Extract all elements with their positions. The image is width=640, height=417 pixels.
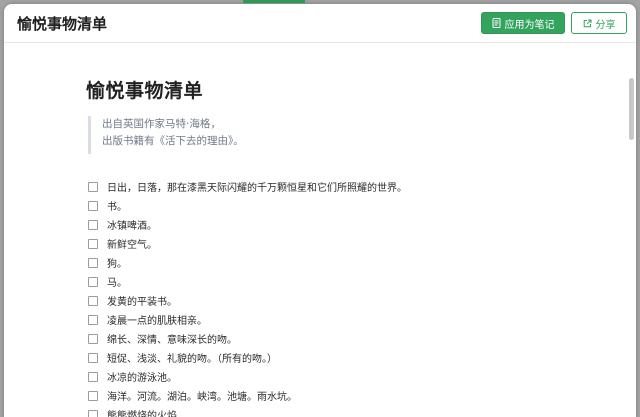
checkbox[interactable]	[88, 352, 98, 363]
checkbox[interactable]	[88, 295, 98, 306]
share-button[interactable]: 分享	[571, 12, 627, 34]
checklist-item: 凌晨一点的肌肤相亲。	[88, 310, 407, 329]
checklist-item-text: 海洋。河流。湖泊。峡湾。池塘。雨水坑。	[107, 392, 297, 403]
checklist-item: 冰镇啤酒。	[88, 215, 407, 234]
checklist-item-text: 冰镇啤酒。	[107, 221, 157, 232]
checklist-item: 书。	[88, 196, 407, 215]
checklist-item-text: 日出，日落，那在漆黑天际闪耀的千万颗恒星和它们所照耀的世界。	[107, 183, 407, 194]
checkbox[interactable]	[88, 409, 98, 417]
scrollbar-thumb[interactable]	[629, 78, 634, 140]
checklist-item-text: 绵长、深情、意味深长的吻。	[107, 335, 237, 346]
checklist-item: 日出，日落，那在漆黑天际闪耀的千万颗恒星和它们所照耀的世界。	[88, 177, 407, 196]
checkbox[interactable]	[88, 333, 98, 344]
document-content: 愉悦事物清单 出自英国作家马特·海格， 出版书籍有《活下去的理由》。 日出，日落…	[4, 43, 636, 417]
checkbox[interactable]	[88, 276, 98, 287]
checklist-item: 新鲜空气。	[88, 234, 407, 253]
checklist-item-text: 书。	[107, 202, 127, 213]
quote-line: 出自英国作家马特·海格，	[102, 118, 221, 130]
checklist: 日出，日落，那在漆黑天际闪耀的千万颗恒星和它们所照耀的世界。 书。 冰镇啤酒。 …	[88, 177, 407, 417]
checkbox[interactable]	[88, 257, 98, 268]
checklist-item: 海洋。河流。湖泊。峡湾。池塘。雨水坑。	[88, 386, 407, 405]
dialog-title: 愉悦事物清单	[17, 15, 108, 33]
checklist-item: 马。	[88, 272, 407, 291]
note-icon	[492, 18, 500, 28]
checklist-item: 短促、浅淡、礼貌的吻。（所有的吻。）	[88, 348, 407, 367]
checklist-item: 熊熊燃烧的火焰	[88, 405, 407, 417]
checklist-item-text: 熊熊燃烧的火焰	[107, 411, 177, 417]
checkbox[interactable]	[88, 200, 98, 211]
vertical-scrollbar[interactable]	[629, 48, 634, 412]
checkbox[interactable]	[88, 219, 98, 230]
checkbox[interactable]	[88, 314, 98, 325]
document-title: 愉悦事物清单	[86, 80, 204, 102]
background-active-tab-indicator	[243, 0, 305, 3]
apply-as-note-button[interactable]: 应用为笔记	[481, 12, 565, 34]
checklist-item-text: 发黄的平装书。	[107, 297, 177, 308]
share-icon	[583, 19, 591, 27]
share-label: 分享	[595, 19, 616, 31]
checklist-item: 冰凉的游泳池。	[88, 367, 407, 386]
checklist-item: 绵长、深情、意味深长的吻。	[88, 329, 407, 348]
checklist-item: 发黄的平装书。	[88, 291, 407, 310]
checklist-item-text: 马。	[107, 278, 127, 289]
checklist-item-text: 新鲜空气。	[107, 240, 157, 251]
blockquote: 出自英国作家马特·海格， 出版书籍有《活下去的理由》。	[88, 116, 388, 154]
quote-line: 出版书籍有《活下去的理由》。	[102, 135, 244, 147]
checkbox[interactable]	[88, 238, 98, 249]
note-preview-dialog: 愉悦事物清单 应用为笔记 分享 愉悦事物清单 出自英国作家马特·海格， 出版书籍…	[4, 4, 636, 417]
checklist-item-text: 凌晨一点的肌肤相亲。	[107, 316, 207, 327]
checklist-item-text: 狗。	[107, 259, 127, 270]
checklist-item: 狗。	[88, 253, 407, 272]
checklist-item-text: 冰凉的游泳池。	[107, 373, 177, 384]
apply-as-note-label: 应用为笔记	[504, 19, 555, 31]
checkbox[interactable]	[88, 390, 98, 401]
checkbox[interactable]	[88, 371, 98, 382]
checklist-item-text: 短促、浅淡、礼貌的吻。（所有的吻。）	[107, 354, 277, 365]
dialog-header: 愉悦事物清单 应用为笔记 分享	[4, 4, 636, 43]
checkbox[interactable]	[88, 181, 98, 192]
